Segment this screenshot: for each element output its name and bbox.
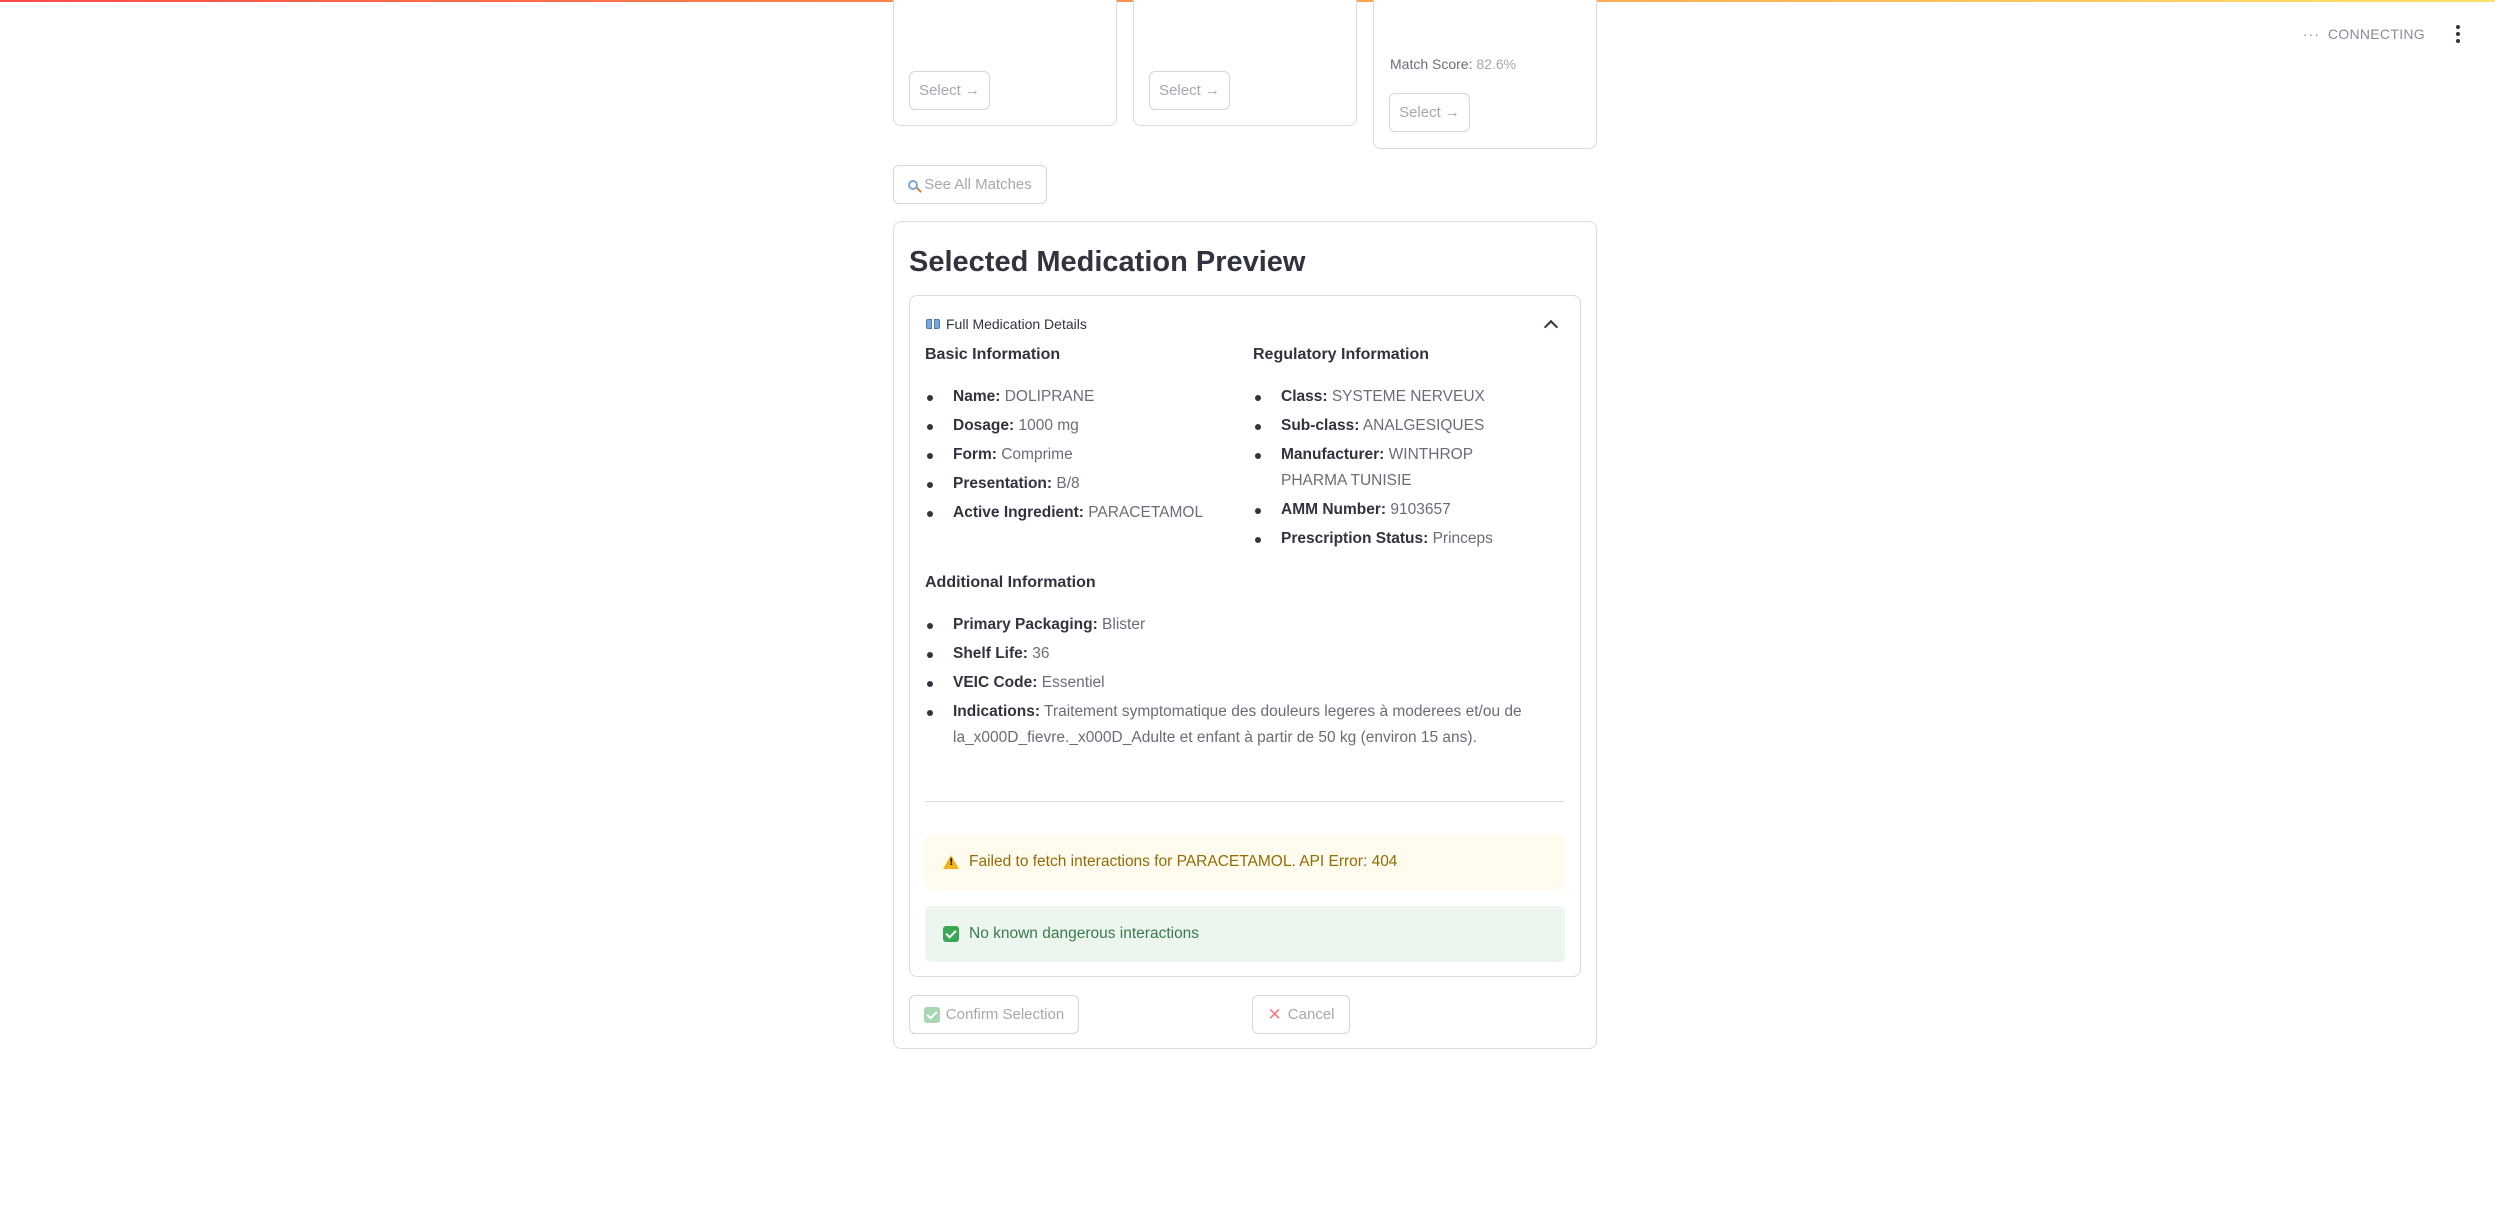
confirm-selection-label: Confirm Selection	[945, 1006, 1065, 1023]
field-value: DOLIPRANE	[1004, 388, 1095, 405]
field-label: Prescription Status:	[1281, 530, 1429, 547]
field-value: Princeps	[1432, 530, 1493, 547]
field-label: AMM Number:	[1281, 501, 1387, 518]
medication-details-expander: Full Medication Details Basic Informatio…	[909, 295, 1581, 977]
list-item: Primary Packaging: Blister	[925, 612, 1545, 638]
list-item: Presentation: B/8	[925, 471, 1235, 497]
select-button-label: Select →	[1399, 104, 1460, 121]
warning-text: Failed to fetch interactions for PARACET…	[969, 853, 1398, 870]
field-value: 1000 mg	[1018, 417, 1079, 434]
field-value: 9103657	[1390, 501, 1451, 518]
field-value: Essentiel	[1041, 674, 1105, 691]
check-icon	[943, 926, 959, 942]
regulatory-information-heading: Regulatory Information	[1253, 346, 1430, 363]
cancel-label: Cancel	[1287, 1006, 1335, 1023]
expander-title: Full Medication Details	[926, 316, 1087, 332]
field-label: Indications:	[953, 703, 1040, 720]
list-item: Form: Comprime	[925, 442, 1235, 468]
confirm-selection-button[interactable]: Confirm Selection	[909, 995, 1079, 1034]
list-item: VEIC Code: Essentiel	[925, 670, 1545, 696]
field-value: Comprime	[1001, 446, 1073, 463]
list-item: Name: DOLIPRANE	[925, 384, 1235, 410]
field-label: Primary Packaging:	[953, 616, 1098, 633]
interaction-warning-alert: Failed to fetch interactions for PARACET…	[925, 834, 1565, 890]
match-score-value: 82.6%	[1476, 56, 1517, 72]
field-label: Presentation:	[953, 475, 1053, 492]
field-label: Dosage:	[953, 417, 1015, 434]
match-score: Match Score: 82.6%	[1390, 56, 1516, 72]
chevron-up-icon[interactable]	[1543, 319, 1559, 334]
connection-status: ··· CONNECTING	[2303, 26, 2425, 42]
additional-information-list: Primary Packaging: Blister Shelf Life: 3…	[925, 612, 1545, 754]
list-item: Indications: Traitement symptomatique de…	[925, 699, 1545, 751]
connecting-dots-icon: ···	[2302, 26, 2320, 42]
close-icon: ✕	[1267, 1004, 1282, 1025]
open-book-icon	[926, 318, 940, 330]
field-value: ANALGESIQUES	[1362, 417, 1485, 434]
connection-status-label: CONNECTING	[2327, 26, 2425, 42]
success-text: No known dangerous interactions	[969, 925, 1200, 942]
field-label: Active Ingredient:	[953, 504, 1084, 521]
match-card: Select →	[1133, 0, 1357, 126]
field-value: SYSTEME NERVEUX	[1331, 388, 1485, 405]
list-item: Shelf Life: 36	[925, 641, 1545, 667]
field-value: 36	[1032, 645, 1050, 662]
main-menu-icon[interactable]	[2451, 22, 2465, 46]
match-card: Select →	[893, 0, 1117, 126]
section-divider	[925, 801, 1565, 802]
see-all-matches-button[interactable]: See All Matches	[893, 165, 1047, 204]
field-label: Name:	[953, 388, 1001, 405]
field-label: Class:	[1281, 388, 1328, 405]
field-value: Blister	[1102, 616, 1146, 633]
basic-information-list: Name: DOLIPRANE Dosage: 1000 mg Form: Co…	[925, 384, 1235, 529]
list-item: Prescription Status: Princeps	[1253, 526, 1553, 552]
warning-icon	[943, 855, 959, 869]
field-value: PARACETAMOL	[1088, 504, 1204, 521]
match-card: Match Score: 82.6% Select →	[1373, 0, 1597, 149]
field-label: VEIC Code:	[953, 674, 1038, 691]
list-item: Dosage: 1000 mg	[925, 413, 1235, 439]
select-button[interactable]: Select →	[909, 71, 990, 110]
field-label: Shelf Life:	[953, 645, 1028, 662]
select-button[interactable]: Select →	[1389, 93, 1470, 132]
field-label: Form:	[953, 446, 997, 463]
basic-information-heading: Basic Information	[925, 346, 1061, 363]
expander-title-label: Full Medication Details	[946, 316, 1087, 332]
select-button-label: Select →	[1159, 82, 1220, 99]
list-item: AMM Number: 9103657	[1253, 497, 1553, 523]
see-all-matches-label: See All Matches	[924, 176, 1032, 193]
magnifier-icon	[908, 179, 919, 190]
list-item: Manufacturer: WINTHROP PHARMA TUNISIE	[1253, 442, 1553, 494]
select-button-label: Select →	[919, 82, 980, 99]
select-button[interactable]: Select →	[1149, 71, 1230, 110]
preview-title: Selected Medication Preview	[909, 246, 1306, 278]
field-value: B/8	[1056, 475, 1080, 492]
list-item: Sub-class: ANALGESIQUES	[1253, 413, 1553, 439]
field-label: Manufacturer:	[1281, 446, 1385, 463]
list-item: Active Ingredient: PARACETAMOL	[925, 500, 1235, 526]
list-item: Class: SYSTEME NERVEUX	[1253, 384, 1553, 410]
check-icon	[923, 1006, 940, 1023]
cancel-button[interactable]: ✕ Cancel	[1252, 995, 1350, 1034]
match-score-label: Match Score:	[1390, 56, 1473, 72]
additional-information-heading: Additional Information	[925, 574, 1096, 591]
expander-header[interactable]: Full Medication Details	[926, 312, 1564, 336]
medication-preview-panel: Selected Medication Preview Full Medicat…	[893, 221, 1597, 1049]
regulatory-information-list: Class: SYSTEME NERVEUX Sub-class: ANALGE…	[1253, 384, 1553, 555]
field-label: Sub-class:	[1281, 417, 1360, 434]
interaction-success-alert: No known dangerous interactions	[925, 906, 1565, 962]
